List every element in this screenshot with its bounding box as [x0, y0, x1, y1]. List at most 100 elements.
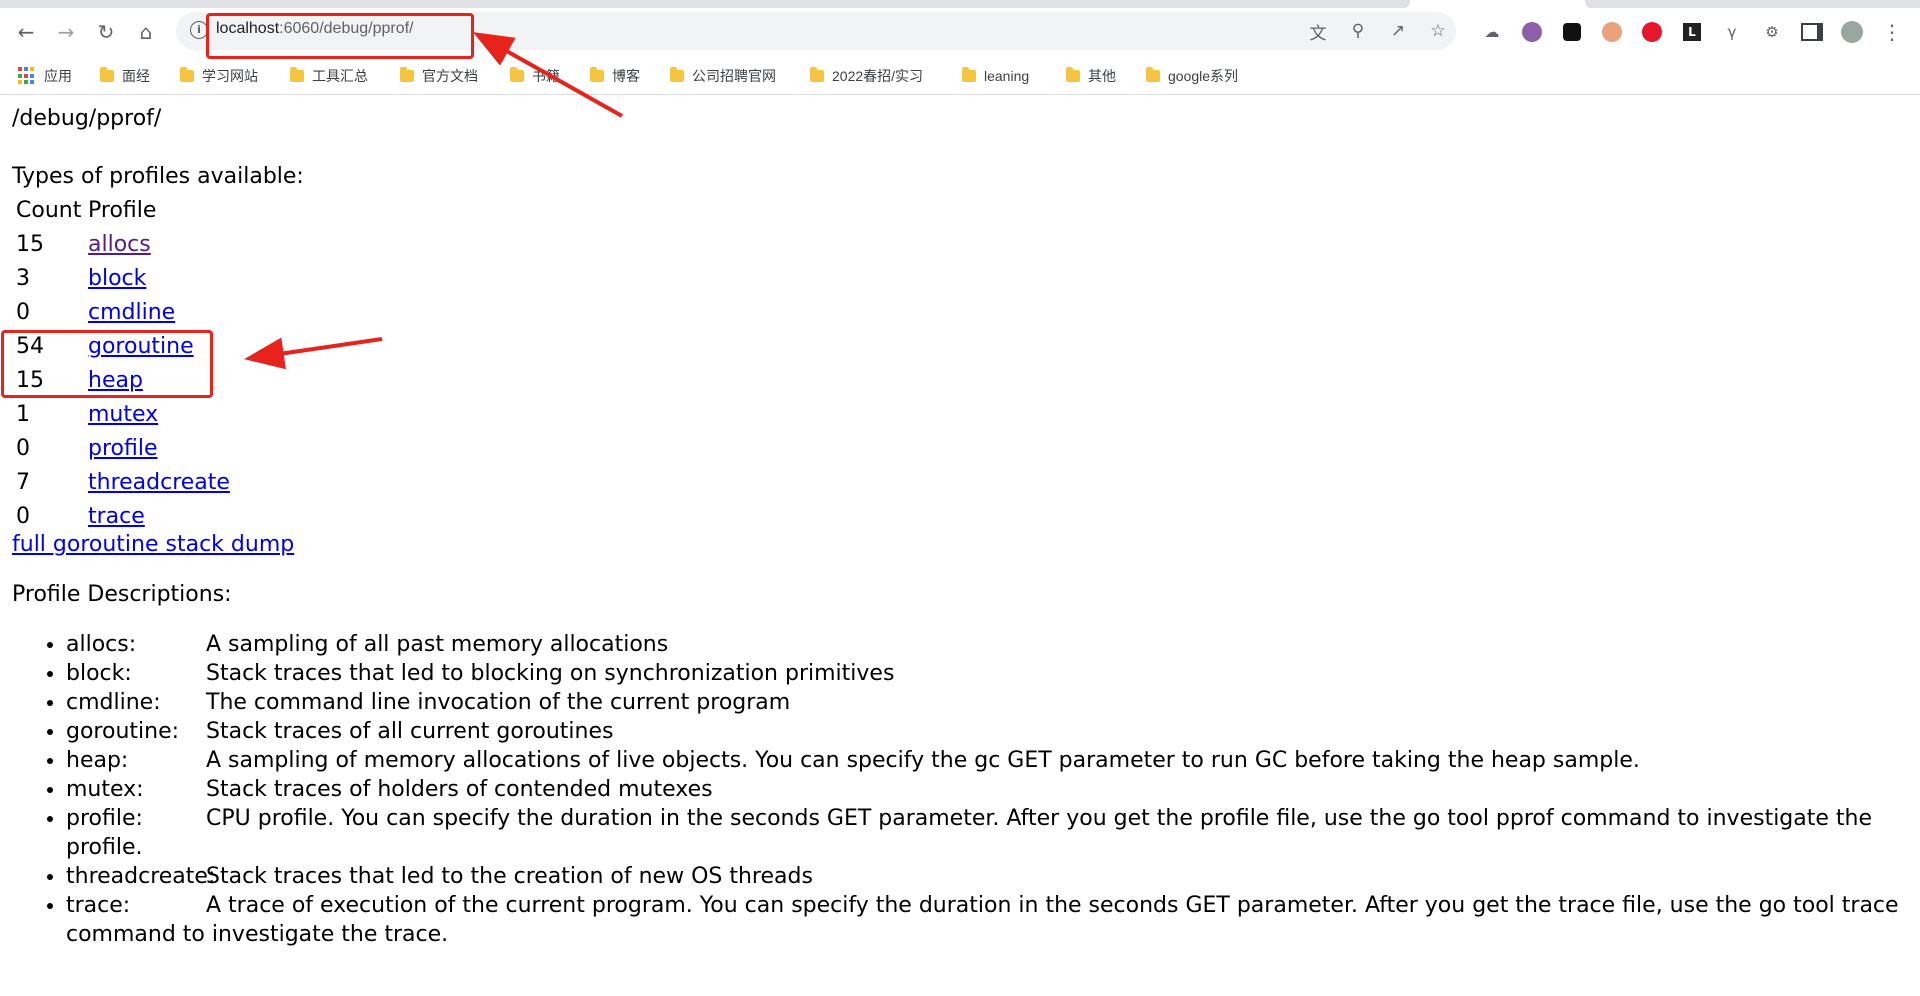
count-header: Count — [16, 198, 82, 223]
apps-grid-icon — [18, 67, 36, 85]
folder-icon — [1066, 67, 1080, 82]
arrow-to-rows — [244, 337, 383, 370]
back-arrow-icon[interactable]: ← — [12, 18, 40, 46]
types-heading: Types of profiles available: — [12, 164, 304, 189]
profile-avatar-icon[interactable] — [1840, 20, 1864, 44]
description-text: Stack traces that led to blocking on syn… — [206, 661, 895, 686]
profile-count: 7 — [16, 470, 30, 495]
folder-icon — [1146, 67, 1160, 82]
description-text: A trace of execution of the current prog… — [66, 893, 1899, 947]
bookmark-label: leaning — [984, 68, 1030, 84]
zoom-icon[interactable]: ⚲ — [1346, 19, 1370, 43]
full-goroutine-dump-link[interactable]: full goroutine stack dump — [12, 530, 294, 560]
bookmark-label: google系列 — [1168, 68, 1239, 84]
list-item: trace:A trace of execution of the curren… — [66, 891, 1916, 949]
profile-link-allocs[interactable]: allocs — [88, 232, 151, 257]
profile-count: 15 — [16, 232, 44, 257]
table-row: 0 profile — [14, 432, 232, 466]
bookmark-label: 官方文档 — [422, 68, 478, 84]
forward-arrow-icon[interactable]: → — [52, 18, 80, 46]
profile-link-cmdline[interactable]: cmdline — [88, 300, 175, 325]
description-text: CPU profile. You can specify the duratio… — [66, 806, 1873, 860]
profile-count: 0 — [16, 300, 30, 325]
bookmark-folder[interactable]: 其他 — [1066, 65, 1116, 87]
description-text: A sampling of all past memory allocation… — [206, 632, 669, 657]
bookmark-folder[interactable]: 面经 — [100, 65, 150, 87]
description-text: Stack traces of all current goroutines — [206, 719, 614, 744]
bookmark-folder[interactable]: 2022春招/实习 — [810, 65, 923, 87]
list-item: mutex: Stack traces of holders of contend… — [66, 775, 1916, 804]
profile-link-block[interactable]: block — [88, 266, 146, 291]
list-item: block: Stack traces that led to blocking … — [66, 659, 1916, 688]
list-item: allocs: A sampling of all past memory all… — [66, 630, 1916, 659]
bookmark-label: 工具汇总 — [312, 68, 368, 84]
descriptions-heading: Profile Descriptions: — [12, 582, 232, 607]
description-key: heap: — [66, 748, 129, 773]
bookmark-folder[interactable]: google系列 — [1146, 65, 1238, 87]
description-key: profile: — [66, 806, 143, 831]
descriptions-list: allocs: A sampling of all past memory all… — [12, 630, 1916, 949]
folder-icon — [100, 67, 114, 82]
profile-header: Profile — [88, 198, 157, 223]
share-icon[interactable]: ↗ — [1386, 19, 1410, 43]
description-key: cmdline: — [66, 690, 161, 715]
bookmark-folder[interactable]: leaning — [962, 65, 1029, 87]
rows-highlight-box — [1, 330, 213, 398]
table-header-row: Count Profile — [14, 194, 232, 228]
puzzle-icon[interactable]: ⚙ — [1760, 20, 1784, 44]
profile-link-threadcreate[interactable]: threadcreate — [88, 470, 230, 495]
bookmark-label: 应用 — [44, 68, 72, 84]
description-key: block: — [66, 661, 132, 686]
bookmark-folder[interactable]: 书籍 — [510, 65, 560, 87]
bookmark-folder[interactable]: 学习网站 — [180, 65, 258, 87]
bookmark-folder[interactable]: 官方文档 — [400, 65, 478, 87]
profile-link-profile[interactable]: profile — [88, 436, 158, 461]
bookmark-label: 博客 — [612, 68, 640, 84]
description-text: Stack traces that led to the creation of… — [206, 864, 813, 889]
folder-icon — [290, 67, 304, 82]
profile-count: 1 — [16, 402, 30, 427]
translate-icon[interactable]: 文 — [1306, 19, 1330, 44]
folder-icon — [810, 67, 824, 82]
bookmark-label: 2022春招/实习 — [832, 68, 924, 84]
tab-strip — [0, 0, 1920, 8]
profile-link-mutex[interactable]: mutex — [88, 402, 158, 427]
tampermonkey-ext-icon[interactable] — [1560, 20, 1584, 44]
description-key: goroutine: — [66, 719, 180, 744]
description-text: The command line invocation of the curre… — [206, 690, 791, 715]
folder-icon — [590, 67, 604, 82]
description-key: allocs: — [66, 632, 137, 657]
reload-icon[interactable]: ↻ — [92, 18, 120, 46]
folder-icon — [510, 67, 524, 82]
bookmark-folder[interactable]: 博客 — [590, 65, 640, 87]
list-item: heap: A sampling of memory allocations of… — [66, 746, 1916, 775]
bookmark-label: 其他 — [1088, 68, 1116, 84]
weibo-ext-icon[interactable] — [1640, 20, 1664, 44]
yapi-ext-icon[interactable]: γ — [1720, 20, 1744, 44]
profile-count: 0 — [16, 504, 30, 529]
folder-icon — [962, 67, 976, 82]
description-key: trace: — [66, 893, 131, 918]
bookmark-label: 面经 — [122, 68, 150, 84]
avatar-ext-icon[interactable] — [1600, 20, 1624, 44]
bookmark-apps[interactable]: 应用 — [18, 65, 72, 87]
purple-ext-icon[interactable] — [1520, 20, 1544, 44]
list-item: goroutine: Stack traces of all current go… — [66, 717, 1916, 746]
more-menu-icon[interactable]: ⋮ — [1880, 20, 1904, 44]
sidepanel-icon[interactable] — [1800, 20, 1824, 44]
home-icon[interactable]: ⌂ — [132, 18, 160, 46]
bookmark-label: 书籍 — [532, 68, 560, 84]
description-text: Stack traces of holders of contended mut… — [206, 777, 713, 802]
profile-count: 3 — [16, 266, 30, 291]
table-row: 15 allocs — [14, 228, 232, 262]
description-text: A sampling of memory allocations of live… — [206, 748, 1640, 773]
bookmark-folder[interactable]: 公司招聘官网 — [670, 65, 776, 87]
star-icon[interactable]: ☆ — [1426, 19, 1450, 43]
description-key: threadcreate: — [66, 864, 216, 889]
cloud-ext-icon[interactable]: ☁ — [1480, 20, 1504, 44]
leetcode-ext-icon[interactable]: L — [1680, 20, 1704, 44]
list-item: profile:CPU profile. You can specify the… — [66, 804, 1916, 862]
folder-icon — [670, 67, 684, 82]
profile-link-trace[interactable]: trace — [88, 504, 145, 529]
bookmark-folder[interactable]: 工具汇总 — [290, 65, 368, 87]
